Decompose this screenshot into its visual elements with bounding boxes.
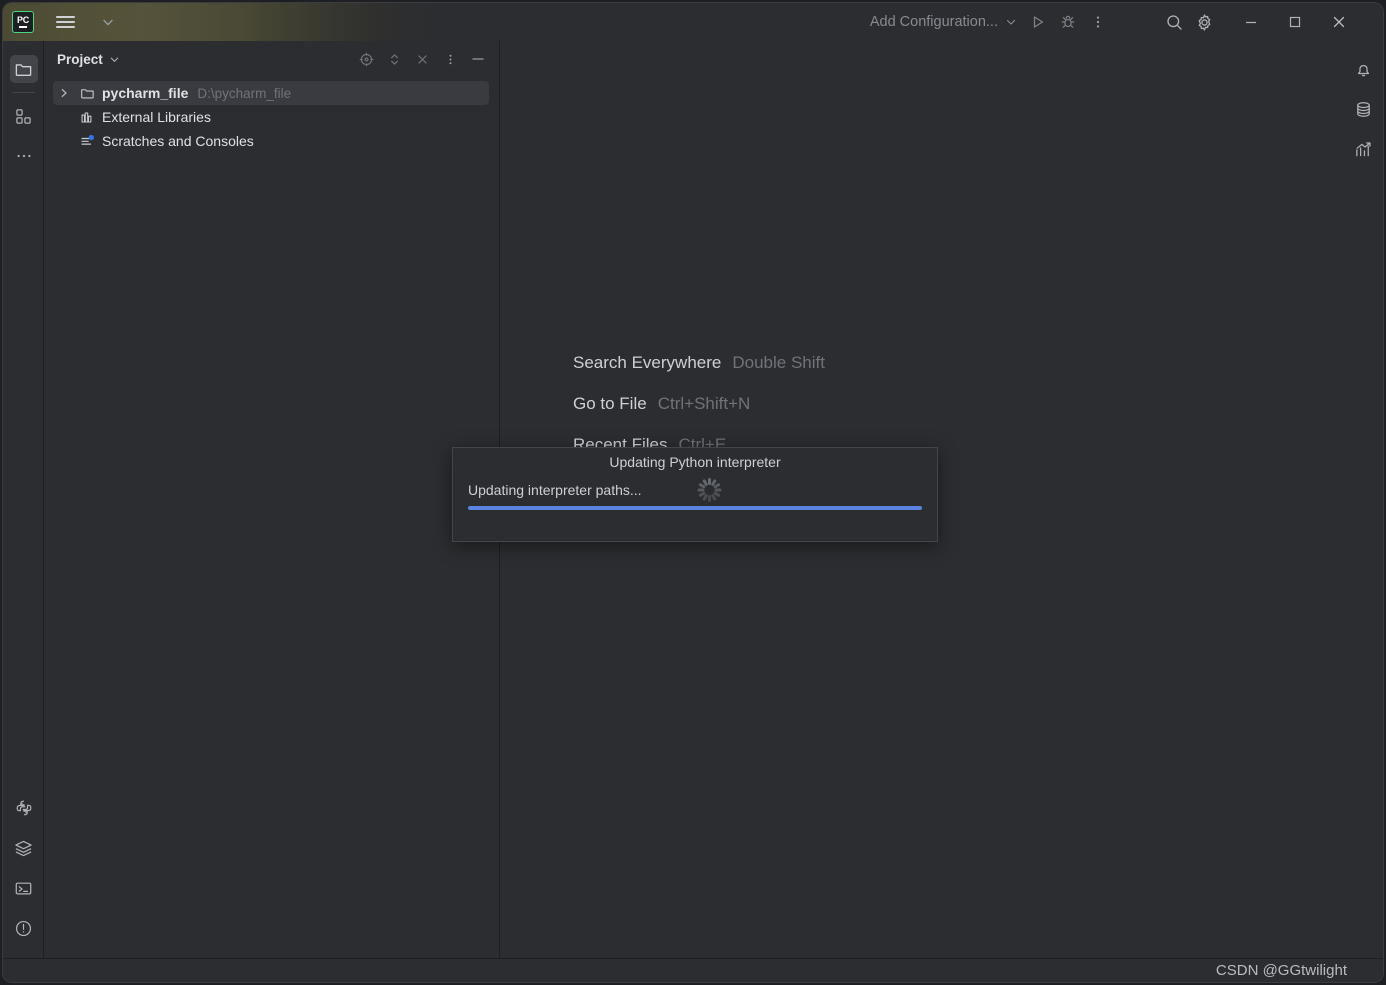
app-root: PC Add Configuration... Project pycharm_… <box>0 0 1386 985</box>
chevron-down-icon <box>109 54 120 65</box>
collapse-all-icon[interactable] <box>409 46 435 72</box>
maximize-button[interactable] <box>1273 3 1317 41</box>
run-configuration-label: Add Configuration... <box>869 14 998 30</box>
scratches-icon <box>78 133 97 149</box>
minimize-button[interactable] <box>1229 3 1273 41</box>
sidebar-item-services[interactable] <box>3 828 44 868</box>
strip-divider <box>11 92 35 93</box>
tree-row-label: External Libraries <box>102 109 211 125</box>
pycharm-logo-icon: PC <box>12 11 34 33</box>
loading-spinner-icon <box>696 477 722 503</box>
run-button[interactable] <box>1023 7 1053 37</box>
tree-row-external-libraries[interactable]: External Libraries <box>45 105 499 129</box>
project-tree: pycharm_file D:\pycharm_file External Li… <box>45 77 499 153</box>
dialog-title: Updating Python interpreter <box>609 454 781 470</box>
dialog-message: Updating interpreter paths... <box>468 482 642 498</box>
left-tool-strip-bottom <box>3 788 43 948</box>
chevron-right-icon[interactable] <box>55 87 73 99</box>
title-bar-right-controls: Add Configuration... <box>3 3 1383 41</box>
sidebar-item-problems[interactable] <box>3 908 44 948</box>
project-panel-actions <box>353 46 491 72</box>
project-tool-window: Project pycharm_file D:\pycharm_file Ext… <box>45 41 500 958</box>
watermark-text: CSDN @GGtwilight <box>1215 962 1347 979</box>
sidebar-item-terminal[interactable] <box>3 868 44 908</box>
database-icon <box>1350 95 1378 123</box>
gear-icon[interactable] <box>1189 7 1219 37</box>
title-bar-left: PC <box>3 7 122 37</box>
chevron-down-icon[interactable] <box>94 7 122 37</box>
more-vertical-icon[interactable] <box>437 46 463 72</box>
hide-panel-icon[interactable] <box>465 46 491 72</box>
hamburger-line <box>55 26 75 28</box>
tip-search-everywhere[interactable]: Search Everywhere Double Shift <box>573 353 825 373</box>
title-bar: PC Add Configuration... <box>3 3 1383 41</box>
chart-icon <box>1350 135 1378 163</box>
chevron-down-icon <box>1005 16 1017 28</box>
tree-row-path: D:\pycharm_file <box>197 85 292 101</box>
ellipsis-icon <box>10 142 38 170</box>
updating-interpreter-dialog: Updating Python interpreter Updating int… <box>452 447 938 542</box>
structure-icon <box>10 102 38 130</box>
folder-icon <box>9 55 38 83</box>
project-panel-title[interactable]: Project <box>57 52 120 67</box>
python-icon <box>10 794 38 822</box>
progress-bar-track <box>468 506 922 510</box>
tip-label: Go to File <box>573 394 647 413</box>
pycharm-logo-underbar <box>19 26 27 29</box>
project-panel-header: Project <box>45 41 499 77</box>
tree-row-project-root[interactable]: pycharm_file D:\pycharm_file <box>53 81 489 105</box>
status-bar: CSDN @GGtwilight <box>3 958 1383 982</box>
editor-shortcut-tips: Search Everywhere Double Shift Go to Fil… <box>573 353 825 455</box>
pycharm-window: PC Add Configuration... Project pycharm_… <box>3 3 1383 982</box>
run-configuration-selector[interactable]: Add Configuration... <box>864 11 1023 33</box>
sidebar-item-more-tool-windows[interactable] <box>3 136 44 176</box>
close-button[interactable] <box>1317 3 1361 41</box>
sidebar-item-notifications[interactable] <box>1343 49 1383 89</box>
hamburger-line <box>55 16 75 18</box>
tip-shortcut: Double Shift <box>732 353 825 372</box>
bell-icon <box>1350 55 1378 83</box>
tip-go-to-file[interactable]: Go to File Ctrl+Shift+N <box>573 394 825 414</box>
tip-shortcut: Ctrl+Shift+N <box>657 394 751 413</box>
right-tool-strip <box>1342 41 1383 958</box>
dialog-body: Updating interpreter paths... <box>468 478 922 510</box>
hamburger-icon[interactable] <box>48 7 82 37</box>
updown-arrows-icon[interactable] <box>381 46 407 72</box>
tree-row-scratches-and-consoles[interactable]: Scratches and Consoles <box>45 129 499 153</box>
folder-icon <box>78 86 97 101</box>
pycharm-logo-text: PC <box>17 14 29 25</box>
sidebar-item-database[interactable] <box>1343 89 1383 129</box>
tree-row-label: Scratches and Consoles <box>102 133 254 149</box>
more-options-button[interactable] <box>1083 7 1113 37</box>
sidebar-item-python-console[interactable] <box>3 788 44 828</box>
target-icon[interactable] <box>353 46 379 72</box>
library-icon <box>78 110 97 125</box>
left-tool-strip <box>3 41 44 958</box>
tree-row-label: pycharm_file <box>102 85 189 101</box>
search-icon[interactable] <box>1159 7 1189 37</box>
debug-button[interactable] <box>1053 7 1083 37</box>
hamburger-line <box>55 21 75 23</box>
sidebar-item-profiler[interactable] <box>1343 129 1383 169</box>
sidebar-item-structure[interactable] <box>3 96 44 136</box>
progress-bar-fill <box>468 506 922 510</box>
problems-icon <box>10 914 38 942</box>
sidebar-item-project[interactable] <box>3 49 44 89</box>
layers-icon <box>10 834 38 862</box>
tip-label: Search Everywhere <box>573 353 722 372</box>
left-tool-strip-top <box>3 41 43 176</box>
terminal-icon <box>10 874 38 902</box>
project-panel-title-label: Project <box>57 51 103 67</box>
